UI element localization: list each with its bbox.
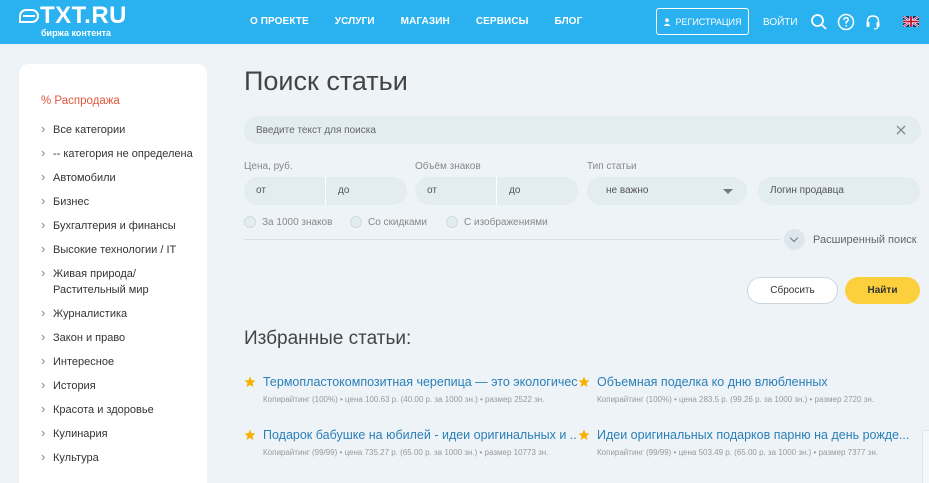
logo-text: TXT.RU [40,2,127,29]
sale-link[interactable]: % Распродажа [41,95,120,107]
article-meta: Копирайтинг (99/99) • цена 735.27 р. (65… [263,448,549,457]
category-item[interactable]: Живая природа/ Растительный мир [41,265,201,298]
register-button[interactable]: РЕГИСТРАЦИЯ [656,8,749,35]
reset-button[interactable]: Сбросить [747,277,838,304]
category-list: Все категории -- категория не определена… [41,121,201,474]
category-item[interactable]: Бухгалтерия и финансы [41,217,201,234]
nav-blog[interactable]: БЛОГ [555,16,583,27]
category-item[interactable]: Закон и право [41,329,201,346]
volume-to-input[interactable]: до [497,177,578,205]
category-item[interactable]: Все категории [41,121,201,138]
scrollbar-thumb[interactable] [922,430,929,483]
close-icon[interactable] [895,124,907,136]
checkbox-circle [446,216,458,228]
volume-from-input[interactable]: от [415,177,497,205]
category-item[interactable]: -- категория не определена [41,145,201,162]
article-meta: Копирайтинг (100%) • цена 100.63 р. (40.… [263,395,545,404]
login-link[interactable]: ВОЙТИ [763,17,798,28]
logo-mark-icon [19,9,39,23]
category-item[interactable]: Кулинария [41,425,201,442]
article-title-link[interactable]: Идеи оригинальных подарков парню на день… [597,428,912,442]
checkbox-label: Со скидками [368,216,427,228]
logo-subtitle: биржа контента [41,28,112,38]
user-icon [663,17,671,26]
advanced-search-label: Расширенный поиск [813,233,917,246]
search-box [244,116,921,144]
category-item[interactable]: Высокие технологии / IT [41,241,201,258]
price-range: от до [244,177,407,205]
category-item[interactable]: Бизнес [41,193,201,210]
category-sidebar: % Распродажа Все категории -- категория … [19,64,207,483]
nav-about[interactable]: О ПРОЕКТЕ [250,16,309,27]
category-item[interactable]: История [41,377,201,394]
support-headset-icon[interactable] [864,13,882,31]
price-to-input[interactable]: до [326,177,407,205]
price-label: Цена, руб. [244,161,293,172]
page-title: Поиск статьи [244,66,408,96]
category-item[interactable]: Культура [41,449,201,466]
article-meta: Копирайтинг (100%) • цена 283.5 р. (99.2… [597,395,874,404]
advanced-search-toggle[interactable]: Расширенный поиск [784,229,917,250]
checkbox-label: За 1000 знаков [262,216,333,228]
search-input[interactable] [256,116,876,144]
article-type-value: не важно [606,185,649,196]
per-1000-checkbox[interactable]: За 1000 знаков [244,216,332,228]
star-icon [578,429,590,440]
chevron-down-icon [784,229,805,250]
top-header: TXT.RU биржа контента О ПРОЕКТЕ УСЛУГИ М… [0,0,929,44]
register-label: РЕГИСТРАЦИЯ [675,16,742,27]
star-icon [244,429,256,440]
search-icon[interactable] [810,13,828,31]
article-title-link[interactable]: Объемная поделка ко дню влюбленных [597,375,912,389]
volume-label: Объём знаков [415,161,481,172]
images-checkbox[interactable]: С изображениями [446,216,548,228]
volume-range: от до [415,177,578,205]
nav-services[interactable]: УСЛУГИ [335,16,375,27]
checkbox-circle [350,216,362,228]
category-item[interactable]: Автомобили [41,169,201,186]
category-item[interactable]: Интересное [41,353,201,370]
article-type-label: Тип статьи [587,161,637,172]
uk-flag-icon[interactable] [903,16,919,27]
seller-login-input[interactable]: Логин продавца [758,177,920,205]
category-item[interactable]: Журналистика [41,305,201,322]
discount-checkbox[interactable]: Со скидками [350,216,427,228]
nav-tools[interactable]: СЕРВИСЫ [476,16,529,27]
divider [244,239,780,240]
main-nav: О ПРОЕКТЕ УСЛУГИ МАГАЗИН СЕРВИСЫ БЛОГ [250,16,608,27]
star-icon [578,376,590,387]
article-type-select[interactable]: не важно [587,177,747,205]
help-icon[interactable] [837,13,855,31]
checkbox-label: С изображениями [464,216,548,228]
category-item[interactable]: Красота и здоровье [41,401,201,418]
article-meta: Копирайтинг (99/99) • цена 503.49 р. (65… [597,448,878,457]
checkbox-circle [244,216,256,228]
price-from-input[interactable]: от [244,177,326,205]
site-logo[interactable]: TXT.RU биржа контента [19,3,127,38]
nav-shop[interactable]: МАГАЗИН [401,16,450,27]
chevron-down-icon [723,189,733,194]
favorites-heading: Избранные статьи: [244,328,412,349]
star-icon [244,376,256,387]
article-title-link[interactable]: Термопластокомпозитная черепица — это эк… [263,375,578,389]
article-title-link[interactable]: Подарок бабушке на юбилей - идеи оригина… [263,428,578,442]
find-button[interactable]: Найти [845,277,920,304]
